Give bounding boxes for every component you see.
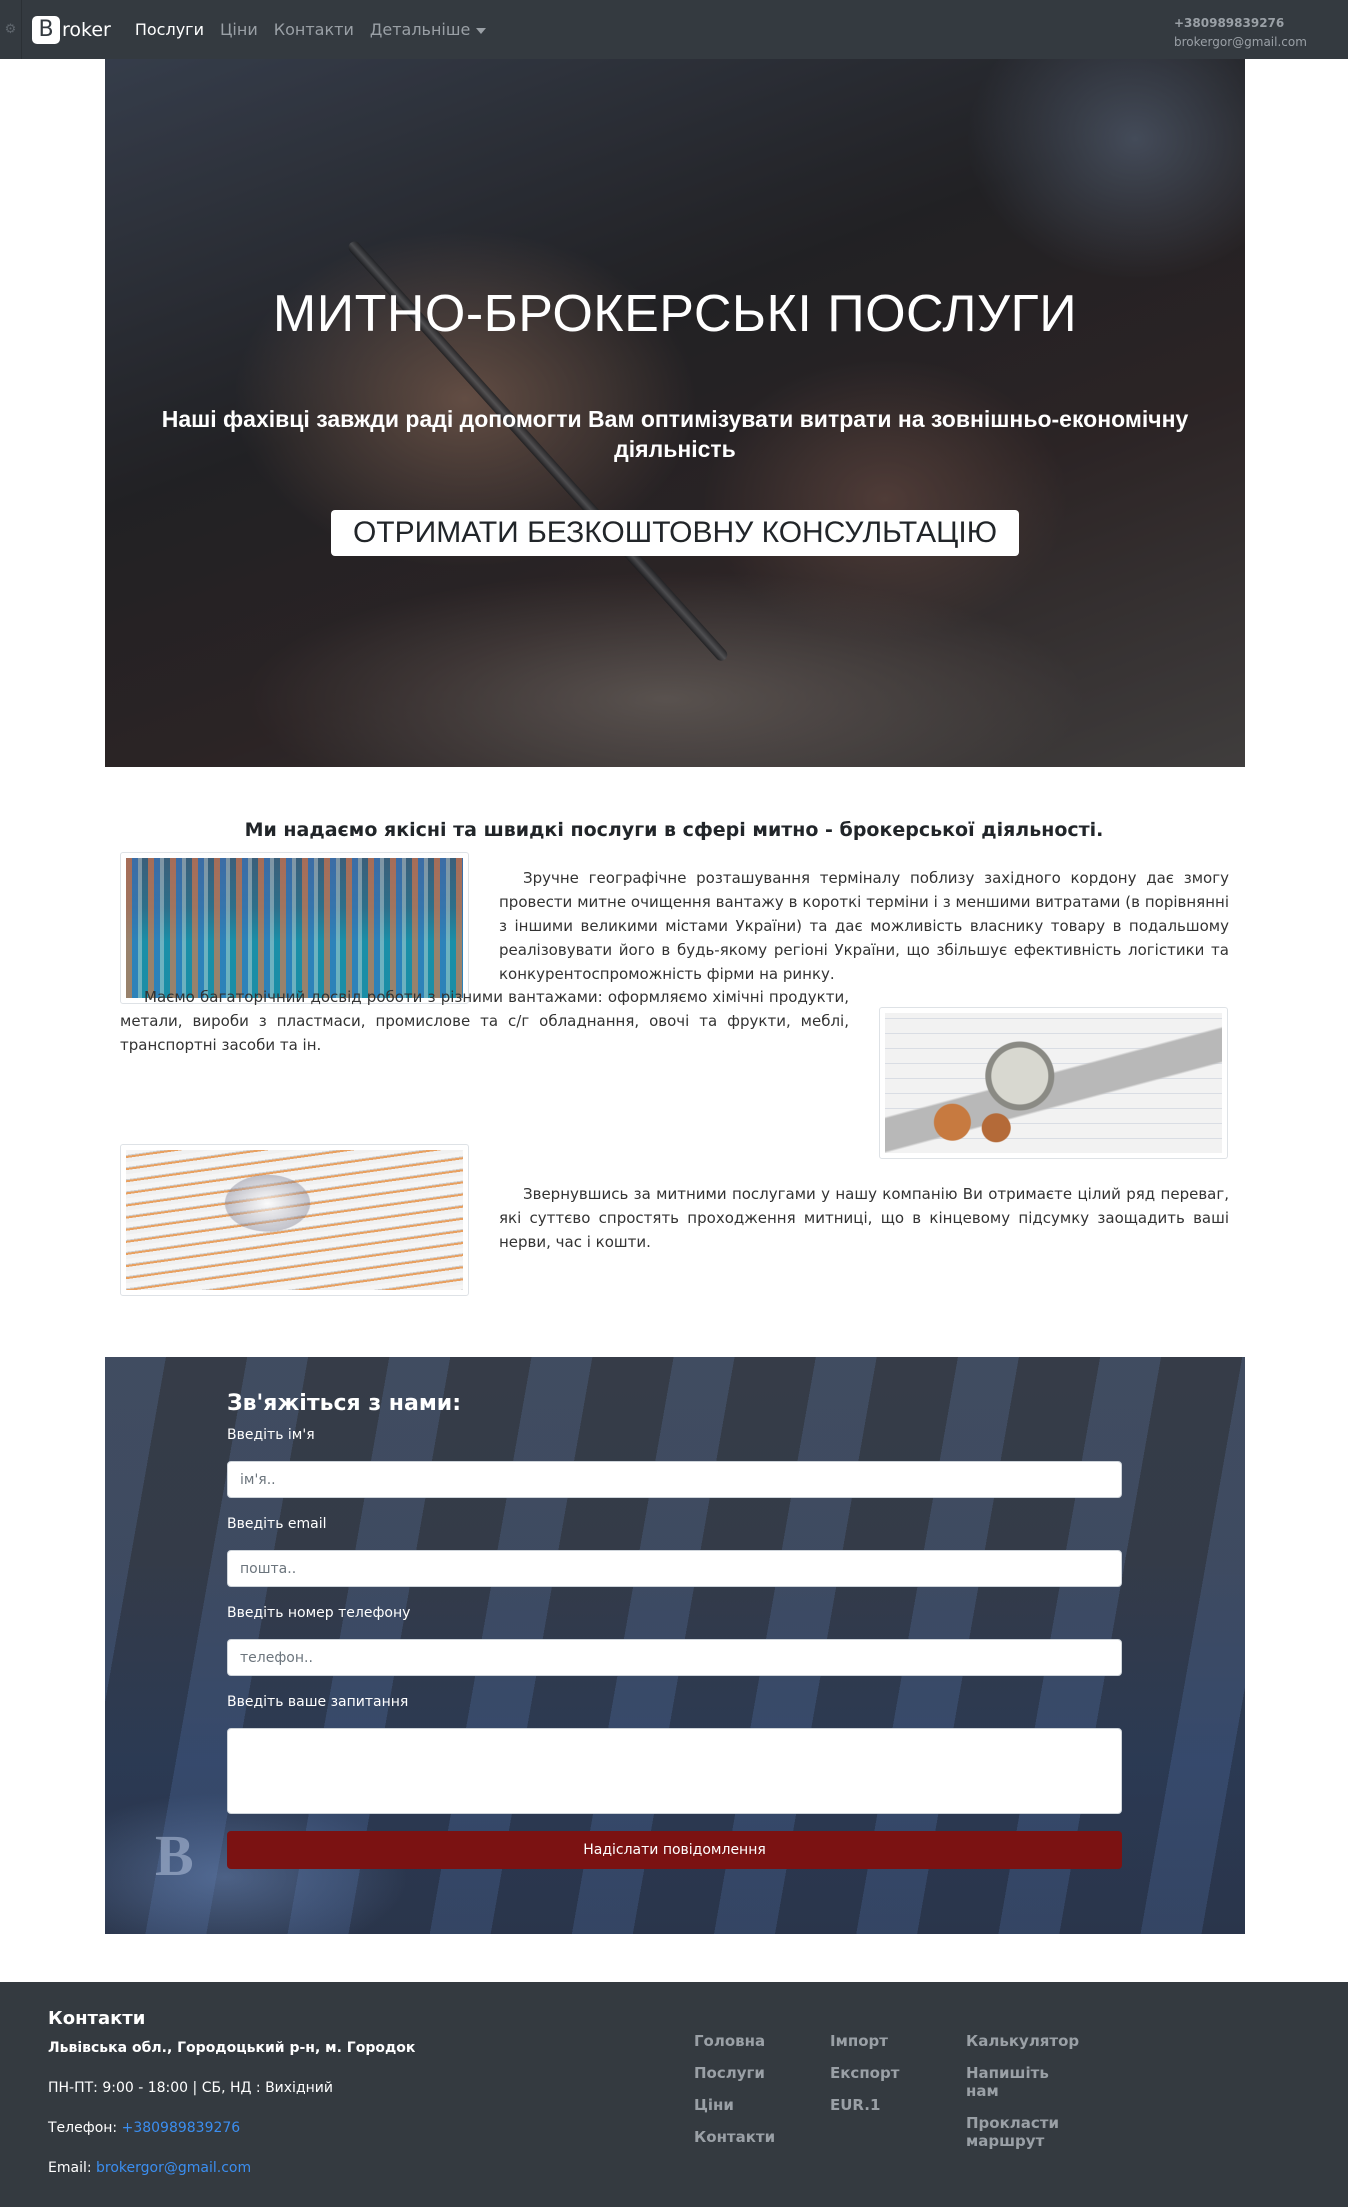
service-paragraph-1: Зручне географічне розташування термінал… <box>499 869 1229 983</box>
email-input[interactable]: пошта.. <box>227 1550 1122 1587</box>
coins-photo <box>885 1013 1222 1153</box>
nav-menu: Послуги Ціни Контакти Детальніше <box>135 20 487 39</box>
name-input[interactable]: ім'я.. <box>227 1461 1122 1498</box>
question-textarea[interactable] <box>227 1728 1122 1814</box>
footer-link-services[interactable]: Послуги <box>694 2064 775 2082</box>
settings-gear-icon[interactable]: ⚙ <box>0 0 22 59</box>
footer-phone-row: Телефон: +380989839276 <box>48 2120 240 2136</box>
footer-link-write-us[interactable]: Напишіть нам <box>966 2064 1076 2100</box>
contact-form-section: B Зв'яжіться з нами: Введіть ім'я ім'я..… <box>105 1357 1245 1934</box>
footer-email-label: Email: <box>48 2160 97 2176</box>
footer-link-eur1[interactable]: EUR.1 <box>830 2096 899 2114</box>
hero-title: МИТНО-БРОКЕРСЬКІ ПОСЛУГИ <box>272 285 1078 343</box>
footer-link-home[interactable]: Головна <box>694 2032 775 2050</box>
papers-photo <box>126 1150 463 1290</box>
submit-message-button[interactable]: Надіслати повідомлення <box>227 1831 1122 1869</box>
contact-form: Зв'яжіться з нами: Введіть ім'я ім'я.. В… <box>227 1391 1122 1869</box>
nav-dropdown-more[interactable]: Детальніше <box>370 20 487 39</box>
footer-col-nav: Головна Послуги Ціни Контакти <box>694 2032 775 2160</box>
service-paragraph-3: Звернувшись за митними послугами у нашу … <box>499 1185 1229 1251</box>
papers-image <box>120 1144 469 1296</box>
footer-link-import[interactable]: Імпорт <box>830 2032 899 2050</box>
nav-link-services[interactable]: Послуги <box>135 20 204 39</box>
port-photo <box>126 858 463 998</box>
background-letter: B <box>155 1823 194 1888</box>
nav-contact-info: +380989839276 brokergor@gmail.com <box>1174 14 1307 52</box>
brand-letter: B <box>32 15 60 44</box>
services-heading: Ми надаємо якісні та швидкі послуги в сф… <box>244 819 1104 841</box>
services-section: Ми надаємо якісні та швидкі послуги в сф… <box>0 767 1348 1357</box>
coins-image <box>879 1007 1228 1159</box>
brand-text: roker <box>62 18 111 41</box>
footer-link-prices[interactable]: Ціни <box>694 2096 775 2114</box>
brand-logo[interactable]: B roker <box>32 15 111 44</box>
footer-col-services: Імпорт Експорт EUR.1 <box>830 2032 899 2128</box>
footer-link-contacts[interactable]: Контакти <box>694 2128 775 2146</box>
nav-dropdown-label: Детальніше <box>369 20 471 39</box>
service-paragraph-2: Маємо багаторічний досвід роботи з різни… <box>120 988 849 1054</box>
footer-link-route[interactable]: Прокласти маршрут <box>966 2114 1076 2150</box>
nav-phone[interactable]: +380989839276 <box>1174 14 1307 33</box>
free-consultation-button[interactable]: ОТРИМАТИ БЕЗКОШТОВНУ КОНСУЛЬТАЦІЮ <box>331 510 1019 556</box>
footer-col-tools: Калькулятор Напишіть нам Прокласти маршр… <box>966 2032 1079 2164</box>
nav-link-prices[interactable]: Ціни <box>220 20 258 39</box>
name-label: Введіть ім'я <box>227 1427 315 1443</box>
footer-link-export[interactable]: Експорт <box>830 2064 899 2082</box>
footer-address: Львівська обл., Городоцький р-н, м. Горо… <box>48 2040 416 2056</box>
form-title: Зв'яжіться з нами: <box>227 1391 462 1416</box>
footer-email-link[interactable]: brokergor@gmail.com <box>96 2160 251 2176</box>
email-label: Введіть email <box>227 1516 327 1532</box>
nav-link-contacts[interactable]: Контакти <box>274 20 354 39</box>
nav-email[interactable]: brokergor@gmail.com <box>1174 33 1307 52</box>
footer-title: Контакти <box>48 2008 146 2029</box>
footer-phone-label: Телефон: <box>48 2120 122 2136</box>
top-navbar: ⚙ B roker Послуги Ціни Контакти Детальні… <box>0 0 1348 59</box>
chevron-down-icon <box>476 27 487 34</box>
footer-email-row: Email: brokergor@gmail.com <box>48 2160 251 2176</box>
port-image <box>120 852 469 1004</box>
hero-banner: МИТНО-БРОКЕРСЬКІ ПОСЛУГИ Наші фахівці за… <box>105 59 1245 767</box>
footer-link-calculator[interactable]: Калькулятор <box>966 2032 1079 2050</box>
question-label: Введіть ваше запитання <box>227 1694 409 1710</box>
footer: Контакти Львівська обл., Городоцький р-н… <box>0 1982 1348 2207</box>
hero-subtitle: Наші фахівці завжди раді допомогти Вам о… <box>161 406 1189 462</box>
footer-hours: ПН-ПТ: 9:00 - 18:00 | СБ, НД : Вихідний <box>48 2080 333 2096</box>
phone-label: Введіть номер телефону <box>227 1605 411 1621</box>
phone-input[interactable]: телефон.. <box>227 1639 1122 1676</box>
footer-phone-link[interactable]: +380989839276 <box>122 2120 241 2136</box>
